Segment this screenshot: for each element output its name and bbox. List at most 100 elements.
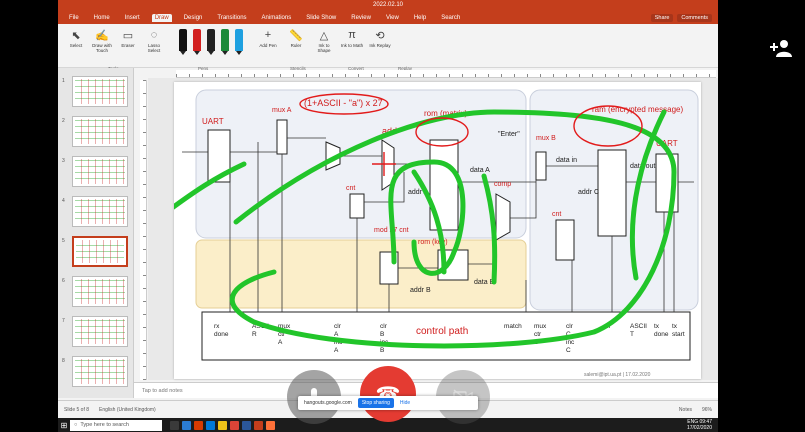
control-signal-label: tx bbox=[654, 323, 660, 330]
edge-icon[interactable] bbox=[206, 420, 215, 430]
slide-drawing: UART UART mux A (1+ASCII - "a") x 27 add… bbox=[169, 89, 699, 378]
cnt-c-label: cnt bbox=[552, 211, 561, 218]
control-signal-label: clr bbox=[566, 323, 574, 330]
slide-thumbnail[interactable] bbox=[72, 76, 128, 107]
draw-ribbon: ⬉ Select ✍ Draw with Touch ▭ Eraser ◌ Lasso Sel… bbox=[58, 24, 718, 71]
tab-review[interactable]: Review bbox=[348, 14, 374, 22]
notes-toggle[interactable]: Notes bbox=[679, 407, 692, 413]
control-path-label: control path bbox=[416, 326, 468, 337]
eraser-button[interactable]: ▭ Eraser bbox=[116, 27, 140, 53]
slide-thumbnail[interactable] bbox=[72, 236, 128, 267]
tab-insert[interactable]: Insert bbox=[122, 14, 143, 22]
explorer-icon[interactable] bbox=[218, 420, 227, 430]
hide-button[interactable]: Hide bbox=[400, 400, 410, 406]
pen-4[interactable] bbox=[221, 29, 229, 55]
powerpoint-icon[interactable] bbox=[254, 420, 263, 430]
pen-5[interactable] bbox=[235, 29, 243, 55]
tab-home[interactable]: Home bbox=[91, 14, 113, 22]
language-indicator[interactable]: English (United Kingdom) bbox=[99, 407, 156, 413]
system-tray[interactable]: ENG 09:47 17/02/2020 bbox=[687, 419, 718, 431]
control-signal-label: C bbox=[566, 347, 571, 354]
eraser-icon: ▭ bbox=[122, 29, 134, 42]
slide-number: 1 bbox=[62, 78, 65, 84]
tab-transitions[interactable]: Transitions bbox=[214, 14, 249, 22]
add-pen-button[interactable]: + Add Pen bbox=[256, 27, 280, 53]
tab-slide-show[interactable]: Slide Show bbox=[303, 14, 339, 22]
control-signal-label: A bbox=[278, 339, 283, 346]
ribbon-button-label: Add Pen bbox=[259, 43, 277, 48]
ink-to-shape-button[interactable]: △ Ink to Shape bbox=[312, 27, 336, 54]
control-signal-label: A bbox=[334, 347, 339, 354]
mux-a-box bbox=[276, 119, 288, 155]
slide-info: Slide 5 of 8 bbox=[64, 406, 90, 413]
control-signal-label: B bbox=[380, 331, 384, 338]
control-signal-label: A bbox=[334, 331, 339, 338]
control-signal-label: match bbox=[504, 323, 522, 330]
slide-number: 7 bbox=[62, 318, 65, 324]
ribbon-button-label: Select bbox=[69, 43, 83, 48]
slide-thumbnail[interactable] bbox=[72, 196, 128, 227]
ink-replay-button[interactable]: ⟲ Ink Replay bbox=[368, 27, 392, 53]
ink-to-math-button[interactable]: π Ink to Math bbox=[340, 27, 364, 53]
firefox-icon[interactable] bbox=[266, 420, 275, 430]
office-icon[interactable] bbox=[194, 420, 203, 430]
slide-thumbnail[interactable] bbox=[72, 316, 128, 347]
control-signal-label: clr bbox=[380, 323, 388, 330]
control-signal-label: R bbox=[252, 331, 257, 338]
enter-label: "Enter" bbox=[498, 131, 520, 138]
ribbon-button-label: Lasso Select bbox=[147, 43, 161, 53]
pen-1[interactable] bbox=[179, 29, 187, 55]
word-icon[interactable] bbox=[242, 420, 251, 430]
slide-thumbnail[interactable] bbox=[72, 116, 128, 147]
slide-thumbnail[interactable] bbox=[72, 356, 128, 387]
share-url: hangouts.google.com bbox=[304, 400, 352, 406]
chrome-icon[interactable] bbox=[230, 420, 239, 430]
comments-button[interactable]: Comments bbox=[677, 13, 712, 22]
mail-icon[interactable] bbox=[182, 420, 191, 430]
slide-number: 6 bbox=[62, 278, 65, 284]
draw-with-touch-button[interactable]: ✍ Draw with Touch bbox=[90, 27, 114, 54]
slide-thumbnail[interactable] bbox=[72, 156, 128, 187]
zoom-level[interactable]: 96% bbox=[702, 407, 712, 413]
tab-view[interactable]: View bbox=[383, 14, 402, 22]
ruler-button[interactable]: 📏 Ruler bbox=[284, 27, 308, 53]
lasso-select-button[interactable]: ◌ Lasso Select bbox=[142, 27, 166, 53]
ribbon-tabs: File Home Insert Draw Design Transitions Anima… bbox=[58, 11, 718, 24]
slide[interactable]: UART UART mux A (1+ASCII - "a") x 27 add… bbox=[169, 82, 701, 379]
ribbon-button-label: Ink to Math bbox=[340, 43, 364, 48]
pen-2[interactable] bbox=[193, 29, 201, 55]
taskbar-search[interactable]: ○ Type here to search bbox=[70, 419, 162, 431]
tab-design[interactable]: Design bbox=[181, 14, 206, 22]
counter-a-box bbox=[349, 193, 365, 219]
data-b-label: data B bbox=[474, 279, 495, 286]
ribbon-button-label: Eraser bbox=[121, 43, 135, 48]
hang-up-button[interactable]: ☎ bbox=[360, 366, 416, 422]
tab-search[interactable]: Search bbox=[438, 14, 463, 22]
slide-thumbnail[interactable] bbox=[72, 276, 128, 307]
search-placeholder: Type here to search bbox=[80, 422, 129, 428]
control-signal-label: B bbox=[380, 347, 384, 354]
slide-thumbnail-pane: 1 2 3 4 5 6 7 8 bbox=[58, 68, 134, 398]
windows-start-icon[interactable]: ⊞ bbox=[58, 418, 70, 432]
tab-draw[interactable]: Draw bbox=[151, 13, 172, 22]
cnt-a-label: cnt bbox=[346, 185, 355, 192]
task-view-icon[interactable] bbox=[170, 420, 179, 430]
add-person-icon[interactable] bbox=[770, 38, 794, 58]
stop-sharing-button[interactable]: Stop sharing bbox=[357, 398, 394, 408]
addr-c-label: addr C bbox=[578, 189, 599, 196]
pen-3[interactable] bbox=[207, 29, 215, 55]
add-pen-icon: + bbox=[264, 29, 272, 41]
tab-help[interactable]: Help bbox=[411, 14, 429, 22]
screen-share-bar: hangouts.google.com Stop sharing Hide bbox=[298, 396, 478, 410]
ribbon-button-label: Ink Replay bbox=[369, 43, 391, 48]
thumbnail-preview bbox=[75, 279, 125, 304]
tab-file[interactable]: File bbox=[66, 14, 82, 22]
thumbnail-preview bbox=[76, 240, 124, 263]
slide-canvas: UART UART mux A (1+ASCII - "a") x 27 add… bbox=[148, 78, 718, 380]
control-signal-label: inc bbox=[566, 339, 575, 346]
share-button[interactable]: Share bbox=[650, 13, 674, 22]
ink-math-icon: π bbox=[348, 29, 356, 41]
touch-draw-icon: ✍ bbox=[95, 29, 109, 42]
select-button[interactable]: ⬉ Select bbox=[64, 27, 88, 53]
tab-animations[interactable]: Animations bbox=[259, 14, 295, 22]
